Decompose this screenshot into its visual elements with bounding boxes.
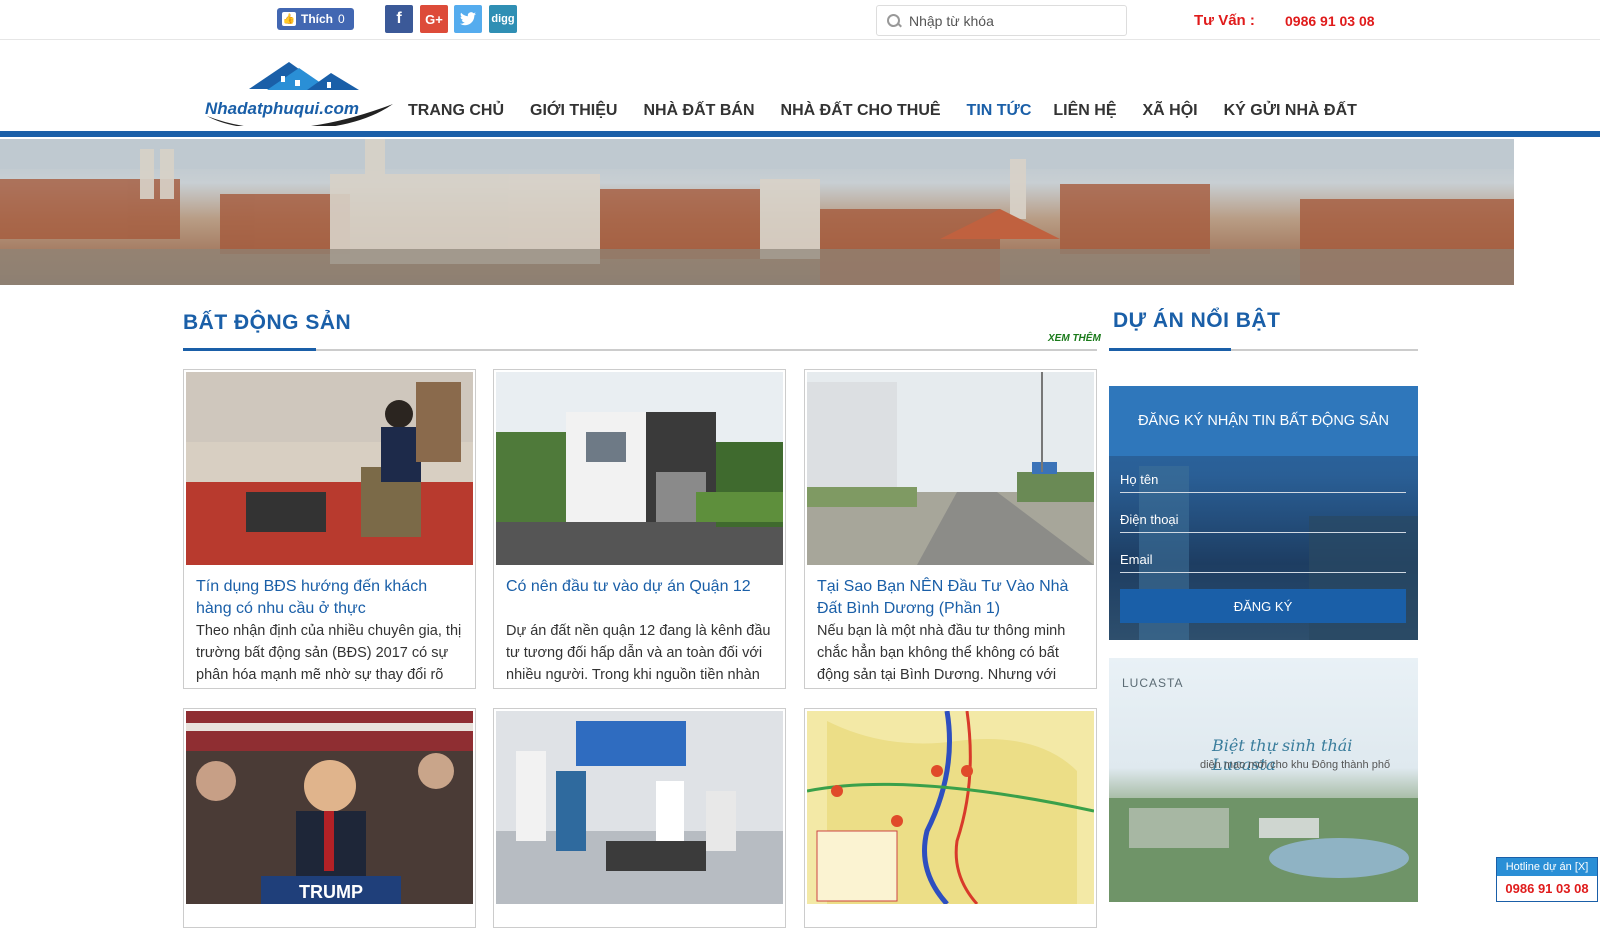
sidebar-divider xyxy=(1109,348,1418,351)
hotline-phone[interactable]: 0986 91 03 08 xyxy=(1497,881,1597,896)
article-excerpt: Nếu bạn là một nhà đầu tư thông minh chắ… xyxy=(817,623,1066,683)
nav-tin-tuc[interactable]: TIN TỨC xyxy=(967,102,1031,137)
consult-phone[interactable]: 0986 91 03 08 xyxy=(1285,13,1375,29)
digg-icon[interactable]: digg xyxy=(489,5,517,33)
section-title-bat-dong-san: BẤT ĐỘNG SẢN xyxy=(183,311,352,334)
nav-trang-chu[interactable]: TRANG CHỦ xyxy=(408,102,504,120)
like-label: Thích xyxy=(301,12,333,26)
nav-nha-dat-ban[interactable]: NHÀ ĐẤT BÁN xyxy=(643,102,754,120)
article-card[interactable]: Tín dụng BĐS hướng đến khách hàng có nhu… xyxy=(183,369,476,689)
search-input[interactable] xyxy=(909,12,1109,29)
site-logo[interactable]: Nhadatphuqui.com xyxy=(203,54,399,131)
nav-xa-hoi[interactable]: XÃ HỘI xyxy=(1143,102,1198,120)
nav-underline-bar xyxy=(0,131,1600,137)
signup-header: ĐĂNG KÝ NHẬN TIN BẤT ĐỘNG SẢN xyxy=(1109,386,1418,456)
section-title-du-an-noi-bat: DỰ ÁN NỔI BẬT xyxy=(1113,309,1281,332)
article-image-trump[interactable]: TRUMP xyxy=(186,711,473,904)
nav-nha-dat-cho-thue[interactable]: NHÀ ĐẤT CHO THUÊ xyxy=(781,102,941,120)
search-icon[interactable] xyxy=(887,13,901,28)
article-title[interactable]: Tại Sao Bạn NÊN Đầu Tư Vào Nhà Đất Bình … xyxy=(817,576,1084,620)
top-bar: 👍 Thích 0 f G+ digg Tư Vấn : 0986 91 03 … xyxy=(0,0,1600,40)
name-field[interactable]: Họ tên xyxy=(1120,472,1406,493)
hotline-widget[interactable]: Hotline dự án [X] 0986 91 03 08 xyxy=(1496,857,1598,902)
section-divider xyxy=(183,348,1097,351)
nav-ky-gui-nha-dat[interactable]: KÝ GỬI NHÀ ĐẤT xyxy=(1224,102,1357,120)
signup-button[interactable]: ĐĂNG KÝ xyxy=(1120,589,1406,623)
hotline-label[interactable]: Hotline dự án [X] xyxy=(1497,858,1597,876)
nav-gioi-thieu[interactable]: GIỚI THIỆU xyxy=(530,102,617,120)
svg-text:TRUMP: TRUMP xyxy=(299,882,363,902)
city-banner-image xyxy=(0,139,1514,285)
view-more-link[interactable]: XEM THÊM xyxy=(1048,333,1101,344)
svg-text:Nhadatphuqui.com: Nhadatphuqui.com xyxy=(205,99,359,118)
lucasta-brand: LUCASTA xyxy=(1122,676,1184,690)
thumbs-up-icon: 👍 xyxy=(282,12,296,26)
nav-lien-he[interactable]: LIÊN HỆ xyxy=(1053,102,1116,120)
article-card[interactable] xyxy=(493,708,786,928)
email-field[interactable]: Email xyxy=(1120,552,1406,573)
article-image-sales-event[interactable] xyxy=(496,711,783,904)
lucasta-ad-banner[interactable]: LUCASTA Biệt thự sinh thái Lucasta diện … xyxy=(1109,658,1418,902)
consult-label: Tư Vấn : xyxy=(1194,12,1255,29)
phone-field[interactable]: Điện thoại xyxy=(1120,512,1406,533)
article-image-map[interactable] xyxy=(807,711,1094,904)
facebook-like-button[interactable]: 👍 Thích 0 xyxy=(277,8,354,30)
article-image-road[interactable] xyxy=(807,372,1094,565)
article-image-modern-house[interactable] xyxy=(496,372,783,565)
article-title[interactable]: Có nên đầu tư vào dự án Quận 12 xyxy=(506,576,773,620)
main-nav: TRANG CHỦ GIỚI THIỆU NHÀ ĐẤT BÁN NHÀ ĐẤT… xyxy=(408,102,1357,137)
like-count: 0 xyxy=(338,12,345,26)
article-card[interactable]: TRUMP xyxy=(183,708,476,928)
article-excerpt: Dự án đất nền quận 12 đang là kênh đầu t… xyxy=(506,623,771,683)
article-excerpt: Theo nhận định của nhiều chuyên gia, thị… xyxy=(196,623,462,683)
site-header: Nhadatphuqui.com TRANG CHỦ GIỚI THIỆU NH… xyxy=(0,40,1600,137)
article-card[interactable]: Tại Sao Bạn NÊN Đầu Tư Vào Nhà Đất Bình … xyxy=(804,369,1097,689)
lucasta-subline: diện mạo mới cho khu Đông thành phố xyxy=(1200,759,1391,771)
article-title[interactable]: Tín dụng BĐS hướng đến khách hàng có nhu… xyxy=(196,576,463,620)
facebook-icon[interactable]: f xyxy=(385,5,413,33)
article-card[interactable] xyxy=(804,708,1097,928)
article-card[interactable]: Có nên đầu tư vào dự án Quận 12 Dự án đấ… xyxy=(493,369,786,689)
search-box xyxy=(876,5,1127,36)
article-image-bank-teller[interactable] xyxy=(186,372,473,565)
google-plus-icon[interactable]: G+ xyxy=(420,5,448,33)
newsletter-signup-box: ĐĂNG KÝ NHẬN TIN BẤT ĐỘNG SẢN Họ tên Điệ… xyxy=(1109,386,1418,640)
twitter-icon[interactable] xyxy=(454,5,482,33)
